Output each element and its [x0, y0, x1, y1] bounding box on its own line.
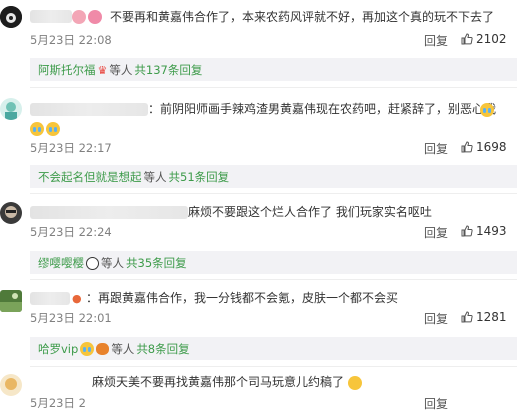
crying-face-icon [80, 342, 95, 356]
avatar[interactable] [0, 374, 22, 396]
comment-item: 麻烦天美不要再找黄嘉伟那个司马玩意儿约稿了 5月23日 2 回复 [0, 368, 517, 411]
comment-time: 5月23日 22:24 [30, 225, 112, 239]
like-button[interactable]: 1281 [461, 310, 507, 324]
thumbs-up-icon [461, 141, 473, 153]
sub-reply-user[interactable]: 缪嘤嘤樱 [38, 255, 84, 271]
like-count: 2102 [476, 32, 507, 46]
username-blurred[interactable] [30, 103, 148, 116]
crying-face-icon [480, 103, 494, 117]
crying-face-icon [30, 122, 44, 136]
avatar[interactable] [0, 98, 22, 120]
comment-item: ：前阴阳师画手辣鸡渣男黄嘉伟现在农药吧，赶紧辞了，别恶心我 5月23日 22:1… [0, 90, 517, 190]
divider [30, 366, 517, 367]
comment-item: 不要再和黄嘉伟合作了，本来农药风评就不好，再加这个真的玩不下去了 5月23日 2… [0, 0, 517, 84]
panda-emoji-icon [86, 256, 99, 270]
comment-text: ：再跟黄嘉伟合作，我一分钱都不会氪，皮肤一个都不会买 [86, 291, 399, 305]
reply-button[interactable]: 回复 [424, 310, 448, 327]
comment-time: 5月23日 2 [30, 396, 86, 410]
sub-reply-mid: 等人 [101, 256, 124, 270]
flower-emoji-icon [72, 10, 86, 24]
sub-reply-summary[interactable]: 不会起名但就是想起 等人 共51条回复 [30, 165, 517, 188]
reply-button[interactable]: 回复 [424, 32, 448, 49]
bow-emoji-icon [88, 10, 102, 24]
avatar[interactable] [0, 6, 22, 28]
comment-time: 5月23日 22:08 [30, 33, 112, 47]
divider [30, 87, 517, 88]
like-button[interactable]: 2102 [461, 32, 507, 46]
sub-reply-count[interactable]: 共35条回复 [126, 255, 187, 271]
username-blurred[interactable] [30, 292, 70, 305]
sub-reply-summary[interactable]: 缪嘤嘤樱 等人 共35条回复 [30, 251, 517, 274]
comment-text: ：前阴阳师画手辣鸡渣男黄嘉伟现在农药吧，赶紧辞了，别恶心我 [148, 102, 497, 116]
like-button[interactable]: 1698 [461, 140, 507, 154]
like-count: 1698 [476, 140, 507, 154]
sub-reply-mid: 等人 [143, 170, 167, 184]
sub-reply-mid: 等人 [111, 342, 135, 356]
fire-emoji-icon: ● [72, 292, 82, 305]
comment-text: 麻烦不要跟这个烂人合作了 我们玩家实名呕吐 [188, 205, 432, 219]
comment-time: 5月23日 22:01 [30, 311, 112, 325]
comment-text: 不要再和黄嘉伟合作了，本来农药风评就不好，再加这个真的玩不下去了 [110, 10, 495, 24]
vip-crown-icon: ♛ [97, 63, 108, 77]
username-blurred[interactable] [30, 10, 72, 23]
comment-text: 麻烦天美不要再找黄嘉伟那个司马玩意儿约稿了 [92, 373, 362, 391]
divider [30, 193, 517, 194]
sub-reply-count[interactable]: 共8条回复 [136, 341, 189, 357]
like-button[interactable]: 1493 [461, 224, 507, 238]
comment-item: ● ：再跟黄嘉伟合作，我一分钱都不会氪，皮肤一个都不会买 5月23日 22:01… [0, 282, 517, 364]
username-blurred[interactable] [30, 206, 188, 219]
sub-reply-count[interactable]: 共137条回复 [134, 62, 202, 78]
thumbs-up-icon [461, 225, 473, 237]
sub-reply-summary[interactable]: 哈罗vip 等人 共8条回复 [30, 337, 517, 360]
reply-button[interactable]: 回复 [424, 224, 448, 241]
comment-time: 5月23日 22:17 [30, 141, 112, 155]
avatar[interactable] [0, 290, 22, 312]
pumpkin-emoji-icon [96, 343, 110, 355]
sub-reply-user[interactable]: 阿斯托尔福 [38, 62, 96, 78]
comment-item: 麻烦不要跟这个烂人合作了 我们玩家实名呕吐 5月23日 22:24 回复 149… [0, 196, 517, 276]
thumbs-up-icon [461, 33, 473, 45]
like-count: 1493 [476, 224, 507, 238]
sub-reply-user[interactable]: 哈罗vip [38, 341, 78, 357]
sub-reply-mid: 等人 [109, 63, 133, 77]
reply-button[interactable]: 回复 [424, 395, 448, 412]
divider [30, 279, 517, 280]
thumbs-up-icon [461, 311, 473, 323]
like-count: 1281 [476, 310, 507, 324]
avatar[interactable] [0, 202, 22, 224]
reply-button[interactable]: 回复 [424, 140, 448, 157]
sub-reply-user[interactable]: 不会起名但就是想起 [38, 169, 142, 185]
scared-face-icon [347, 375, 362, 390]
sub-reply-count[interactable]: 共51条回复 [169, 169, 230, 185]
sub-reply-summary[interactable]: 阿斯托尔福 ♛ 等人 共137条回复 [30, 58, 517, 81]
crying-face-icon [46, 122, 60, 136]
